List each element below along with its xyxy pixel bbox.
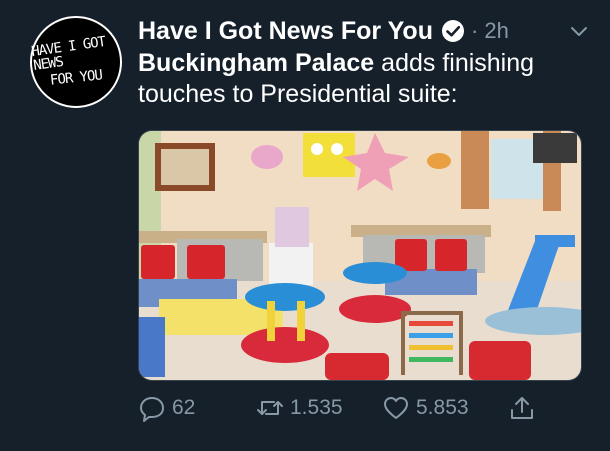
reply-icon (140, 397, 164, 422)
chevron-down-icon[interactable] (568, 20, 590, 42)
reply-count: 62 (172, 396, 196, 419)
tweet-image[interactable] (138, 130, 582, 381)
tweet-text: Buckingham Palace adds finishing touches… (138, 48, 588, 110)
heart-icon (384, 397, 408, 419)
retweet-count: 1.535 (290, 396, 343, 419)
share-button[interactable] (508, 390, 542, 426)
avatar-text-line2: FOR YOU (49, 67, 103, 89)
like-button[interactable]: 5.853 (382, 390, 469, 426)
tweet-text-bold: Buckingham Palace (138, 49, 375, 77)
retweet-button[interactable]: 1.535 (256, 390, 343, 426)
avatar-text-line1: HAVE I GOT NEWS (30, 33, 107, 74)
like-count: 5.853 (416, 396, 469, 419)
avatar[interactable]: HAVE I GOT NEWS FOR YOU (30, 16, 122, 108)
share-icon (511, 397, 533, 419)
tweet-header: Have I Got News For You · 2h (138, 14, 590, 48)
reply-button[interactable]: 62 (138, 390, 195, 426)
playroom-photo (139, 131, 581, 380)
timestamp[interactable]: · 2h (471, 18, 509, 44)
retweet-icon (257, 401, 283, 415)
display-name[interactable]: Have I Got News For You (138, 17, 433, 46)
verified-badge-icon (441, 20, 464, 42)
tweet-actions: 62 1.535 5.853 (138, 390, 578, 426)
